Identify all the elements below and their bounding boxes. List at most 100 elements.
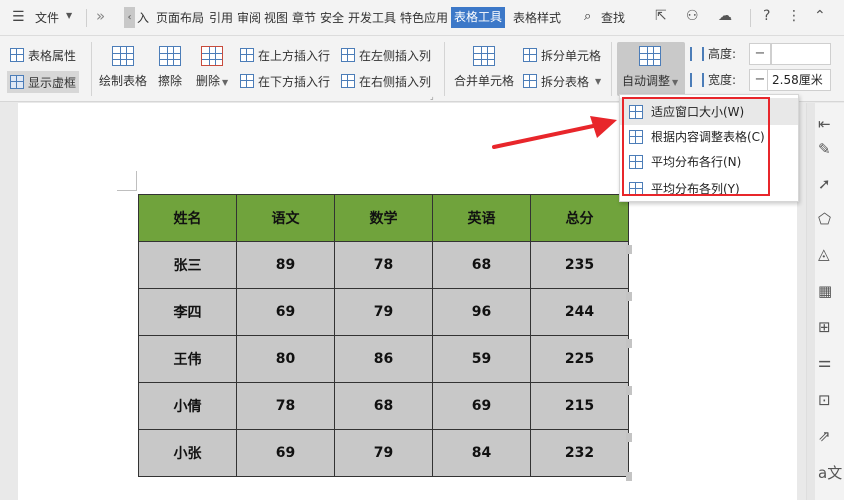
header-cell[interactable]: 语文 — [236, 194, 335, 242]
table-cell[interactable]: 86 — [334, 335, 433, 383]
cursor-icon[interactable]: ➚ — [818, 175, 831, 193]
table-cell[interactable]: 84 — [432, 429, 531, 477]
menu-insert[interactable]: 入 — [137, 9, 149, 26]
menu-special[interactable]: 特色应用 — [400, 9, 448, 26]
split-cells-button[interactable]: 拆分单元格 — [523, 45, 601, 65]
table-cell[interactable]: 68 — [334, 382, 433, 430]
width-input[interactable]: 2.58厘米 — [767, 69, 831, 91]
help-icon[interactable]: ? — [763, 8, 770, 24]
header-cell[interactable]: 英语 — [432, 194, 531, 242]
settings-sliders-icon[interactable]: ⚌ — [818, 353, 831, 371]
height-decrease-button[interactable]: − — [749, 43, 771, 65]
table-cell[interactable]: 59 — [432, 335, 531, 383]
header-cell[interactable]: 总分 — [530, 194, 629, 242]
pen-icon[interactable]: ✎ — [818, 140, 831, 158]
collapse-ribbon-icon[interactable]: ⌃ — [814, 8, 826, 24]
menu-chapter[interactable]: 章节 — [292, 9, 316, 26]
table-cell[interactable]: 张三 — [138, 241, 237, 289]
insert-row-below-button[interactable]: 在下方插入行 — [240, 71, 330, 91]
merge-cells-button[interactable]: 合并单元格 — [454, 46, 514, 89]
table-cell[interactable]: 225 — [530, 335, 629, 383]
table-row: 小倩 78 68 69 215 — [138, 382, 629, 430]
search-icon[interactable]: ⌕ — [584, 9, 591, 24]
row-resize-handle[interactable] — [626, 245, 632, 254]
more-tabs-icon[interactable]: » — [96, 7, 105, 25]
menu-page-layout[interactable]: 页面布局 — [156, 9, 204, 26]
table-cell[interactable]: 96 — [432, 288, 531, 336]
scroll-left-icon[interactable]: ‹ — [124, 7, 135, 28]
table-cell[interactable]: 王伟 — [138, 335, 237, 383]
divider — [611, 42, 612, 96]
table-cell[interactable]: 68 — [432, 241, 531, 289]
table-cell[interactable]: 80 — [236, 335, 335, 383]
fill-icon[interactable]: ◬ — [818, 245, 830, 263]
tab-table-style[interactable]: 表格样式 — [513, 9, 561, 26]
header-cell[interactable]: 数学 — [334, 194, 433, 242]
menu-view[interactable]: 视图 — [264, 9, 288, 26]
vertical-scrollbar[interactable] — [807, 103, 815, 500]
row-resize-handle[interactable] — [626, 292, 632, 301]
insert-column-left-button[interactable]: 在左侧插入列 — [341, 45, 431, 65]
insert-row-above-icon — [240, 48, 254, 62]
grid-apps-icon[interactable]: ⊞ — [818, 318, 831, 336]
translate-icon[interactable]: a文 — [818, 462, 842, 483]
table-cell[interactable]: 69 — [236, 288, 335, 336]
collab-icon[interactable]: ⚇ — [686, 8, 699, 24]
image-icon[interactable]: ⊡ — [818, 391, 831, 409]
show-gridlines-button[interactable]: 显示虚框 — [7, 71, 80, 93]
row-resize-handle[interactable] — [626, 339, 632, 348]
table-cell[interactable]: 78 — [236, 382, 335, 430]
width-icon — [690, 72, 704, 87]
table-cell[interactable]: 小倩 — [138, 382, 237, 430]
row-resize-handle[interactable] — [626, 472, 632, 481]
insert-column-right-button[interactable]: 在右侧插入列 — [341, 71, 431, 91]
chevron-down-icon[interactable]: ▼ — [66, 11, 72, 20]
table-cell[interactable]: 79 — [334, 288, 433, 336]
export-icon[interactable]: ⇗ — [818, 427, 831, 445]
table-row: 王伟 80 86 59 225 — [138, 335, 629, 383]
table-cell[interactable]: 78 — [334, 241, 433, 289]
insert-row-above-button[interactable]: 在上方插入行 — [240, 45, 330, 65]
width-label-group: 宽度: — [690, 71, 736, 88]
draw-table-button[interactable]: 绘制表格 — [99, 46, 147, 89]
table-cell[interactable]: 244 — [530, 288, 629, 336]
file-menu[interactable]: 文件 — [35, 9, 59, 26]
row-resize-handle[interactable] — [626, 433, 632, 442]
table-cell[interactable]: 69 — [236, 429, 335, 477]
cloud-icon[interactable]: ☁ — [718, 8, 732, 24]
row-resize-handle[interactable] — [626, 386, 632, 395]
table-cell[interactable]: 69 — [432, 382, 531, 430]
insert-column-left-icon — [341, 48, 355, 62]
menu-security[interactable]: 安全 — [320, 9, 344, 26]
table-icon[interactable]: ▦ — [818, 282, 832, 300]
table-cell[interactable]: 小张 — [138, 429, 237, 477]
table-row: 张三 89 78 68 235 — [138, 241, 629, 289]
more-options-icon[interactable]: ⋮ — [787, 8, 801, 24]
menu-review[interactable]: 审阅 — [237, 9, 261, 26]
split-table-button[interactable]: 拆分表格 ▼ — [523, 71, 601, 91]
autofit-button-content[interactable]: 自动调整 ▼ — [622, 46, 678, 89]
margin-corner-mark — [117, 171, 137, 191]
height-input[interactable] — [771, 43, 831, 65]
search-label[interactable]: 查找 — [601, 9, 625, 26]
table-cell[interactable]: 235 — [530, 241, 629, 289]
table-properties-button[interactable]: 表格属性 — [10, 45, 76, 65]
erase-button[interactable]: 擦除 — [158, 46, 182, 89]
expand-panel-icon[interactable]: ⇤ — [818, 115, 831, 133]
menu-developer[interactable]: 开发工具 — [348, 9, 396, 26]
table-cell[interactable]: 215 — [530, 382, 629, 430]
table-cell[interactable]: 李四 — [138, 288, 237, 336]
share-icon[interactable]: ⇱ — [655, 8, 667, 24]
header-cell[interactable]: 姓名 — [138, 194, 237, 242]
menu-references[interactable]: 引用 — [209, 9, 233, 26]
table-cell[interactable]: 232 — [530, 429, 629, 477]
shapes-icon[interactable]: ⬠ — [818, 210, 831, 228]
table-cell[interactable]: 89 — [236, 241, 335, 289]
divider — [86, 9, 87, 27]
hamburger-menu-icon[interactable]: ☰ — [12, 9, 25, 25]
tab-table-tools[interactable]: 表格工具 — [451, 7, 506, 28]
dialog-launcher-icon[interactable]: ⌟ — [430, 92, 434, 101]
delete-button[interactable]: 删除 ▼ — [196, 46, 228, 89]
score-table[interactable]: 姓名 语文 数学 英语 总分 张三 89 78 68 235 李四 69 79 … — [138, 194, 629, 477]
table-cell[interactable]: 79 — [334, 429, 433, 477]
